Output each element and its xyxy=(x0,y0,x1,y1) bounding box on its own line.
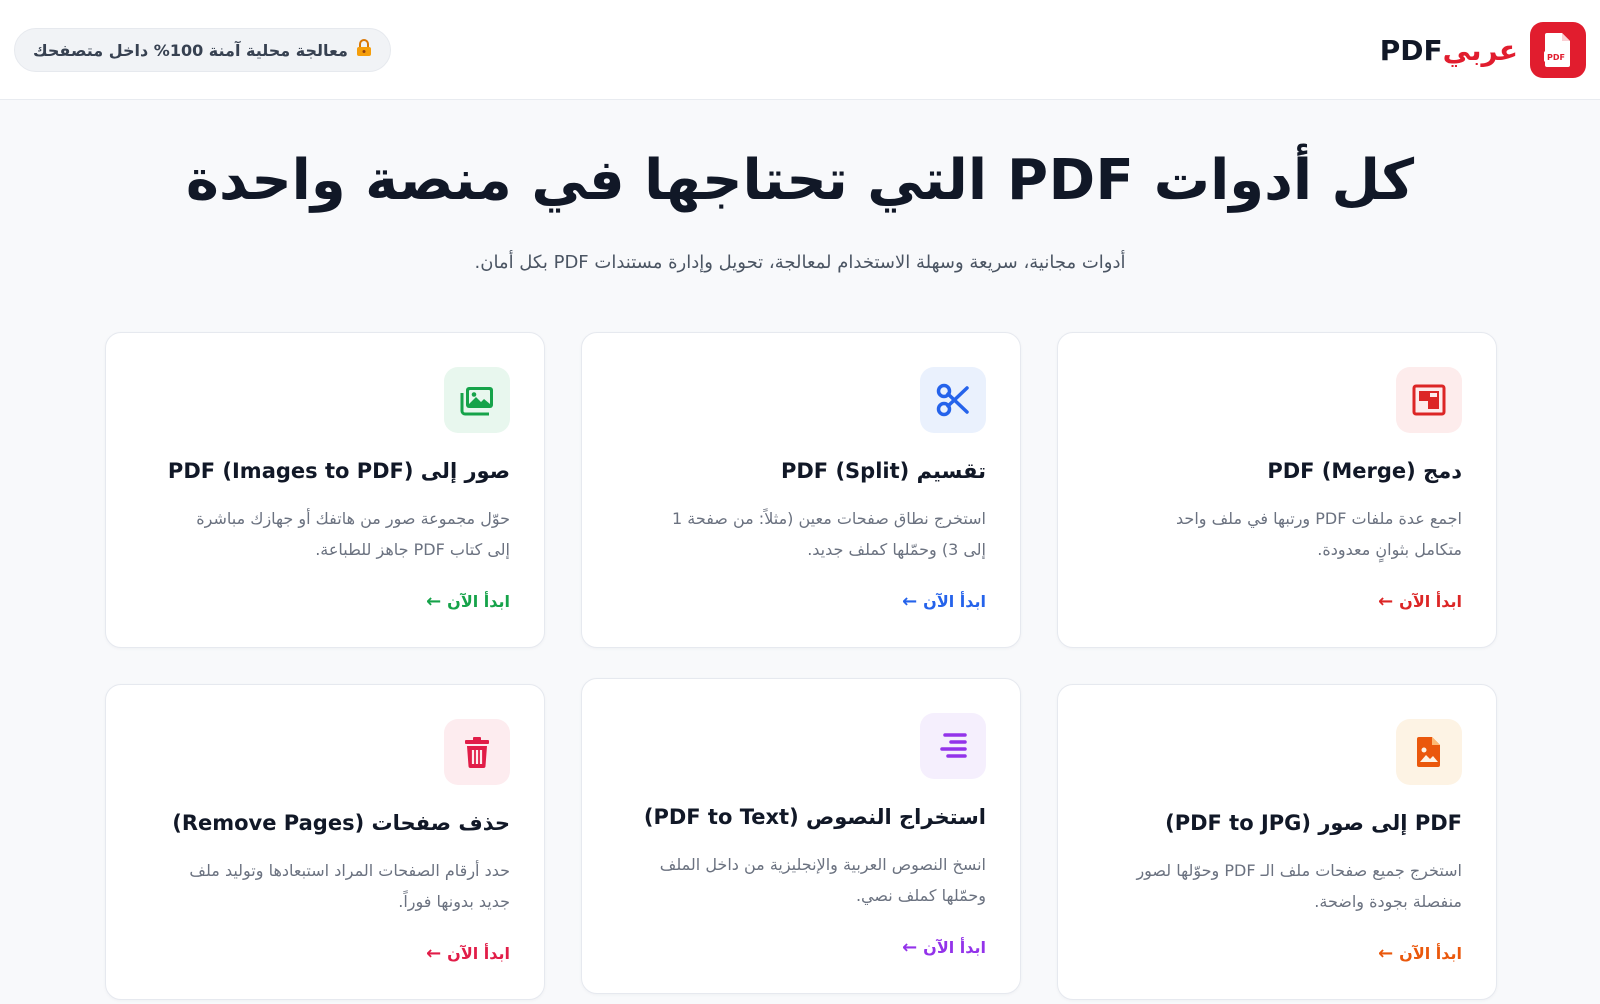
security-badge: معالجة محلية آمنة 100% داخل متصفحك xyxy=(14,28,391,72)
arrow-left-icon: ← xyxy=(1378,943,1394,964)
cta-label: ابدأ الآن xyxy=(923,938,986,957)
tool-card-remove-pages[interactable]: حذف صفحات (Remove Pages) حدد أرقام الصفح… xyxy=(105,684,545,1000)
cta-label: ابدأ الآن xyxy=(447,592,510,611)
logo-arabic-text: عربي xyxy=(1442,33,1518,67)
start-now-link[interactable]: ابدأ الآن ← xyxy=(426,591,510,612)
tool-title: صور إلى PDF (Images to PDF) xyxy=(167,459,510,483)
text-lines-icon xyxy=(920,713,986,779)
arrow-left-icon: ← xyxy=(902,591,918,612)
scissors-icon xyxy=(920,367,986,433)
page-subtitle: أدوات مجانية، سريعة وسهلة الاستخدام لمعا… xyxy=(474,252,1126,273)
tool-card-pdf-to-text[interactable]: استخراج النصوص (PDF to Text) انسخ النصوص… xyxy=(581,678,1021,994)
logo-wordmark: PDF عربي xyxy=(1380,34,1518,67)
image-file-icon xyxy=(1396,719,1462,785)
top-bar: PDF PDF عربي معالجة محلية آمنة 100% داخل… xyxy=(0,0,1600,100)
lock-icon xyxy=(356,39,372,61)
start-now-link[interactable]: ابدأ الآن ← xyxy=(426,943,510,964)
tool-description: حوّل مجموعة صور من هاتفك أو جهازك مباشرة… xyxy=(196,509,510,559)
arrow-left-icon: ← xyxy=(1378,591,1394,612)
cta-label: ابدأ الآن xyxy=(447,944,510,963)
tool-title: حذف صفحات (Remove Pages) xyxy=(172,811,510,835)
pdf-file-icon: PDF xyxy=(1530,22,1586,78)
page-title: كل أدوات PDF التي تحتاجها في منصة واحدة xyxy=(185,148,1415,213)
arrow-left-icon: ← xyxy=(426,591,442,612)
tool-title: استخراج النصوص (PDF to Text) xyxy=(643,805,986,829)
svg-text:PDF: PDF xyxy=(1547,53,1565,62)
arrow-left-icon: ← xyxy=(426,943,442,964)
tool-title: دمج PDF (Merge) xyxy=(1267,459,1462,483)
start-now-link[interactable]: ابدأ الآن ← xyxy=(1378,943,1462,964)
site-logo[interactable]: PDF PDF عربي xyxy=(1380,22,1586,78)
start-now-link[interactable]: ابدأ الآن ← xyxy=(1378,591,1462,612)
tool-card-merge[interactable]: دمج PDF (Merge) اجمع عدة ملفات PDF ورتبه… xyxy=(1057,332,1497,648)
cta-label: ابدأ الآن xyxy=(1399,944,1462,963)
logo-pdf-text: PDF xyxy=(1379,33,1443,67)
tool-description: استخرج جميع صفحات ملف الـ PDF وحوّلها لص… xyxy=(1136,861,1462,911)
tool-title: PDF إلى صور (PDF to JPG) xyxy=(1165,811,1462,835)
start-now-link[interactable]: ابدأ الآن ← xyxy=(902,591,986,612)
tool-description: اجمع عدة ملفات PDF ورتبها في ملف واحد مت… xyxy=(1176,509,1462,559)
tool-description: استخرج نطاق صفحات معين (مثلاً: من صفحة 1… xyxy=(672,509,986,559)
tool-description: حدد أرقام الصفحات المراد استبعادها وتولي… xyxy=(189,861,510,911)
arrow-left-icon: ← xyxy=(902,937,918,958)
images-icon xyxy=(444,367,510,433)
tool-card-split[interactable]: تقسيم PDF (Split) استخرج نطاق صفحات معين… xyxy=(581,332,1021,648)
merge-icon xyxy=(1396,367,1462,433)
cta-label: ابدأ الآن xyxy=(1399,592,1462,611)
tool-description: انسخ النصوص العربية والإنجليزية من داخل … xyxy=(659,855,986,905)
cta-label: ابدأ الآن xyxy=(923,592,986,611)
start-now-link[interactable]: ابدأ الآن ← xyxy=(902,937,986,958)
tool-card-images-to-pdf[interactable]: صور إلى PDF (Images to PDF) حوّل مجموعة … xyxy=(105,332,545,648)
tool-card-pdf-to-jpg[interactable]: PDF إلى صور (PDF to JPG) استخرج جميع صفح… xyxy=(1057,684,1497,1000)
trash-icon xyxy=(444,719,510,785)
security-badge-text: معالجة محلية آمنة 100% داخل متصفحك xyxy=(33,40,348,60)
tool-title: تقسيم PDF (Split) xyxy=(780,459,986,483)
